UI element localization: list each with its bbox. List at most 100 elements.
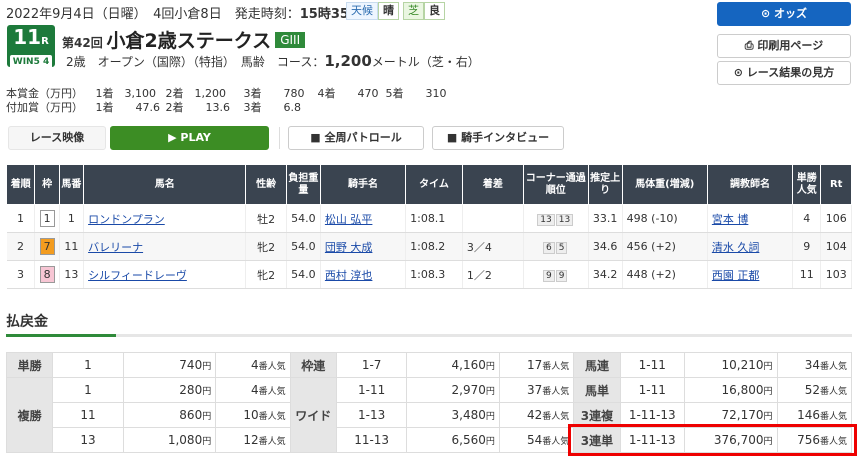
payout-row: 単勝 1 740円 4番人気 枠連 1-7 4,160円 17番人気 馬連 1-11 10,210円… [5,352,852,378]
corner-positions: 13 13 [523,204,589,233]
popularity-unit: 番人気 [258,412,286,422]
column-header: コーナー通過順位 [522,164,589,205]
corner-position: 9 [555,269,568,282]
carried-weight: 54.0 [286,232,321,261]
bet-type-label: 単勝 [5,352,54,378]
race-conditions: 2歳 オープン（国際）（特指） 馬齢 コース：1,200メートル（芝・右） [66,52,480,70]
popularity-unit: 番人気 [542,412,570,422]
grade-badge: GIII [275,32,306,48]
odds-button[interactable]: ⊙ オッズ [717,2,851,26]
payout-amount: 2,970円 [406,377,500,403]
trainer-link[interactable]: 清水 久詞 [712,241,760,254]
popularity-unit: 番人気 [542,437,570,447]
body-weight: 448 (+2) [622,260,708,289]
corner-position: 9 [542,269,555,282]
column-header: 調教師名 [706,164,794,205]
play-button[interactable]: ▶ PLAY [110,126,269,150]
yen-unit: 円 [202,387,212,397]
divider [279,127,280,149]
jockey-cell: 西村 淳也 [320,260,407,289]
rating: 104 [820,232,852,261]
bet-type-label: 枠連 [289,352,337,378]
additional-prize: 付加賞（万円） 1着 47.6 2着 13.6 3着 6.8 [6,101,301,114]
popularity-value: 12 [243,433,259,447]
corner-position: 6 [542,241,555,254]
waku-badge: 1 [39,210,55,227]
payout-amount: 4,160円 [406,352,500,378]
result-row: 2 7 11 バレリーナ 牝2 54.0 団野 大成 1:08.2 3／4 6 5 34.6 456 (… [6,232,852,261]
highlight-box [568,424,857,456]
race-date: 2022年9月4日（日曜） 4回小倉8日 発走時刻：15時35分 [6,7,362,22]
amount-value: 2,970 [451,383,486,397]
amount-value: 16,800 [721,383,764,397]
results-header-row: 着順枠馬番 馬名 性齢 負担重量 騎手名 タイム 着差 コーナー通過順位 推定上り 馬体重(増減)… [5,164,852,205]
jockey-cell: 団野 大成 [320,232,407,261]
yen-unit: 円 [485,387,495,397]
combination: 11 [52,402,124,428]
payout-popularity: 52番人気 [776,377,852,403]
amount-value: 4,160 [451,358,486,372]
horse-number: 1 [59,204,85,233]
combination: 1-7 [335,352,408,378]
bet-type-label: 馬連 [573,352,621,378]
margin [462,204,524,233]
win-popularity: 4 [792,204,822,233]
combination: 1 [52,352,124,378]
horse-name-link[interactable]: ロンドンプラン [88,213,165,226]
carried-weight: 54.0 [286,260,321,289]
payout-popularity: 34番人気 [776,352,852,378]
yen-unit: 円 [763,362,773,372]
payout-amount: 1,080円 [122,427,217,453]
horse-name-cell: シルフィードレーヴ [83,260,247,289]
amount-value: 860 [179,408,203,422]
result-guide-button[interactable]: ⊙ レース結果の見方 [717,61,851,85]
column-header: 単勝人気 [792,164,822,205]
waku-cell: 7 [34,232,60,261]
waku-badge: 8 [39,266,55,283]
finish-position: 1 [6,204,36,233]
column-header: 枠 [34,164,60,205]
carried-weight: 54.0 [286,204,321,233]
jockey-link[interactable]: 松山 弘平 [325,213,373,226]
payout-popularity: 10番人気 [215,402,291,428]
payout-popularity: 17番人気 [498,352,575,378]
payout-amount: 10,210円 [683,352,778,378]
heading-underline-accent [6,334,116,337]
amount-value: 1,080 [167,433,203,447]
horse-name-link[interactable]: シルフィードレーヴ [88,269,187,282]
trainer-link[interactable]: 西園 正都 [712,269,760,282]
yen-unit: 円 [485,437,495,447]
payout-amount: 3,480円 [406,402,500,428]
race-video-tab[interactable]: レース映像 [8,126,106,150]
print-page-button[interactable]: ⎙ 印刷用ページ [717,34,851,58]
horse-name-link[interactable]: バレリーナ [88,241,143,254]
bet-type-label: ワイド [289,377,337,453]
popularity-value: 34 [804,358,820,372]
result-row: 3 8 13 シルフィードレーヴ 牝2 54.0 西村 淳也 1:08.3 1／2 9 9 34.2 4… [6,260,852,289]
waku-badge: 7 [39,238,55,255]
payout-amount: 740円 [122,352,217,378]
popularity-value: 54 [527,433,543,447]
jockey-link[interactable]: 団野 大成 [325,241,373,254]
corner-position: 13 [555,213,574,226]
horse-number: 13 [59,260,85,289]
margin: 1／2 [462,260,524,289]
trainer-cell: 宮本 博 [707,204,794,233]
popularity-value: 4 [251,383,259,397]
popularity-unit: 番人気 [258,437,286,447]
amount-value: 6,560 [451,433,486,447]
amount-value: 280 [179,383,203,397]
payout-amount: 860円 [122,402,217,428]
result-row: 1 1 1 ロンドンプラン 牡2 54.0 松山 弘平 1:08.1 13 13 33.1 498 (… [6,204,852,233]
horse-number: 11 [59,232,85,261]
payout-amount: 280円 [122,377,217,403]
trainer-link[interactable]: 宮本 博 [712,213,749,226]
column-header: Rt [820,164,852,205]
body-weight: 456 (+2) [622,232,708,261]
jockey-link[interactable]: 西村 淳也 [325,269,373,282]
patrol-video-button[interactable]: ■ 全周パトロール [288,126,424,150]
column-header: 騎手名 [319,164,407,205]
popularity-unit: 番人気 [819,387,847,397]
win-popularity: 11 [792,260,822,289]
jockey-interview-button[interactable]: ■ 騎手インタビュー [432,126,564,150]
